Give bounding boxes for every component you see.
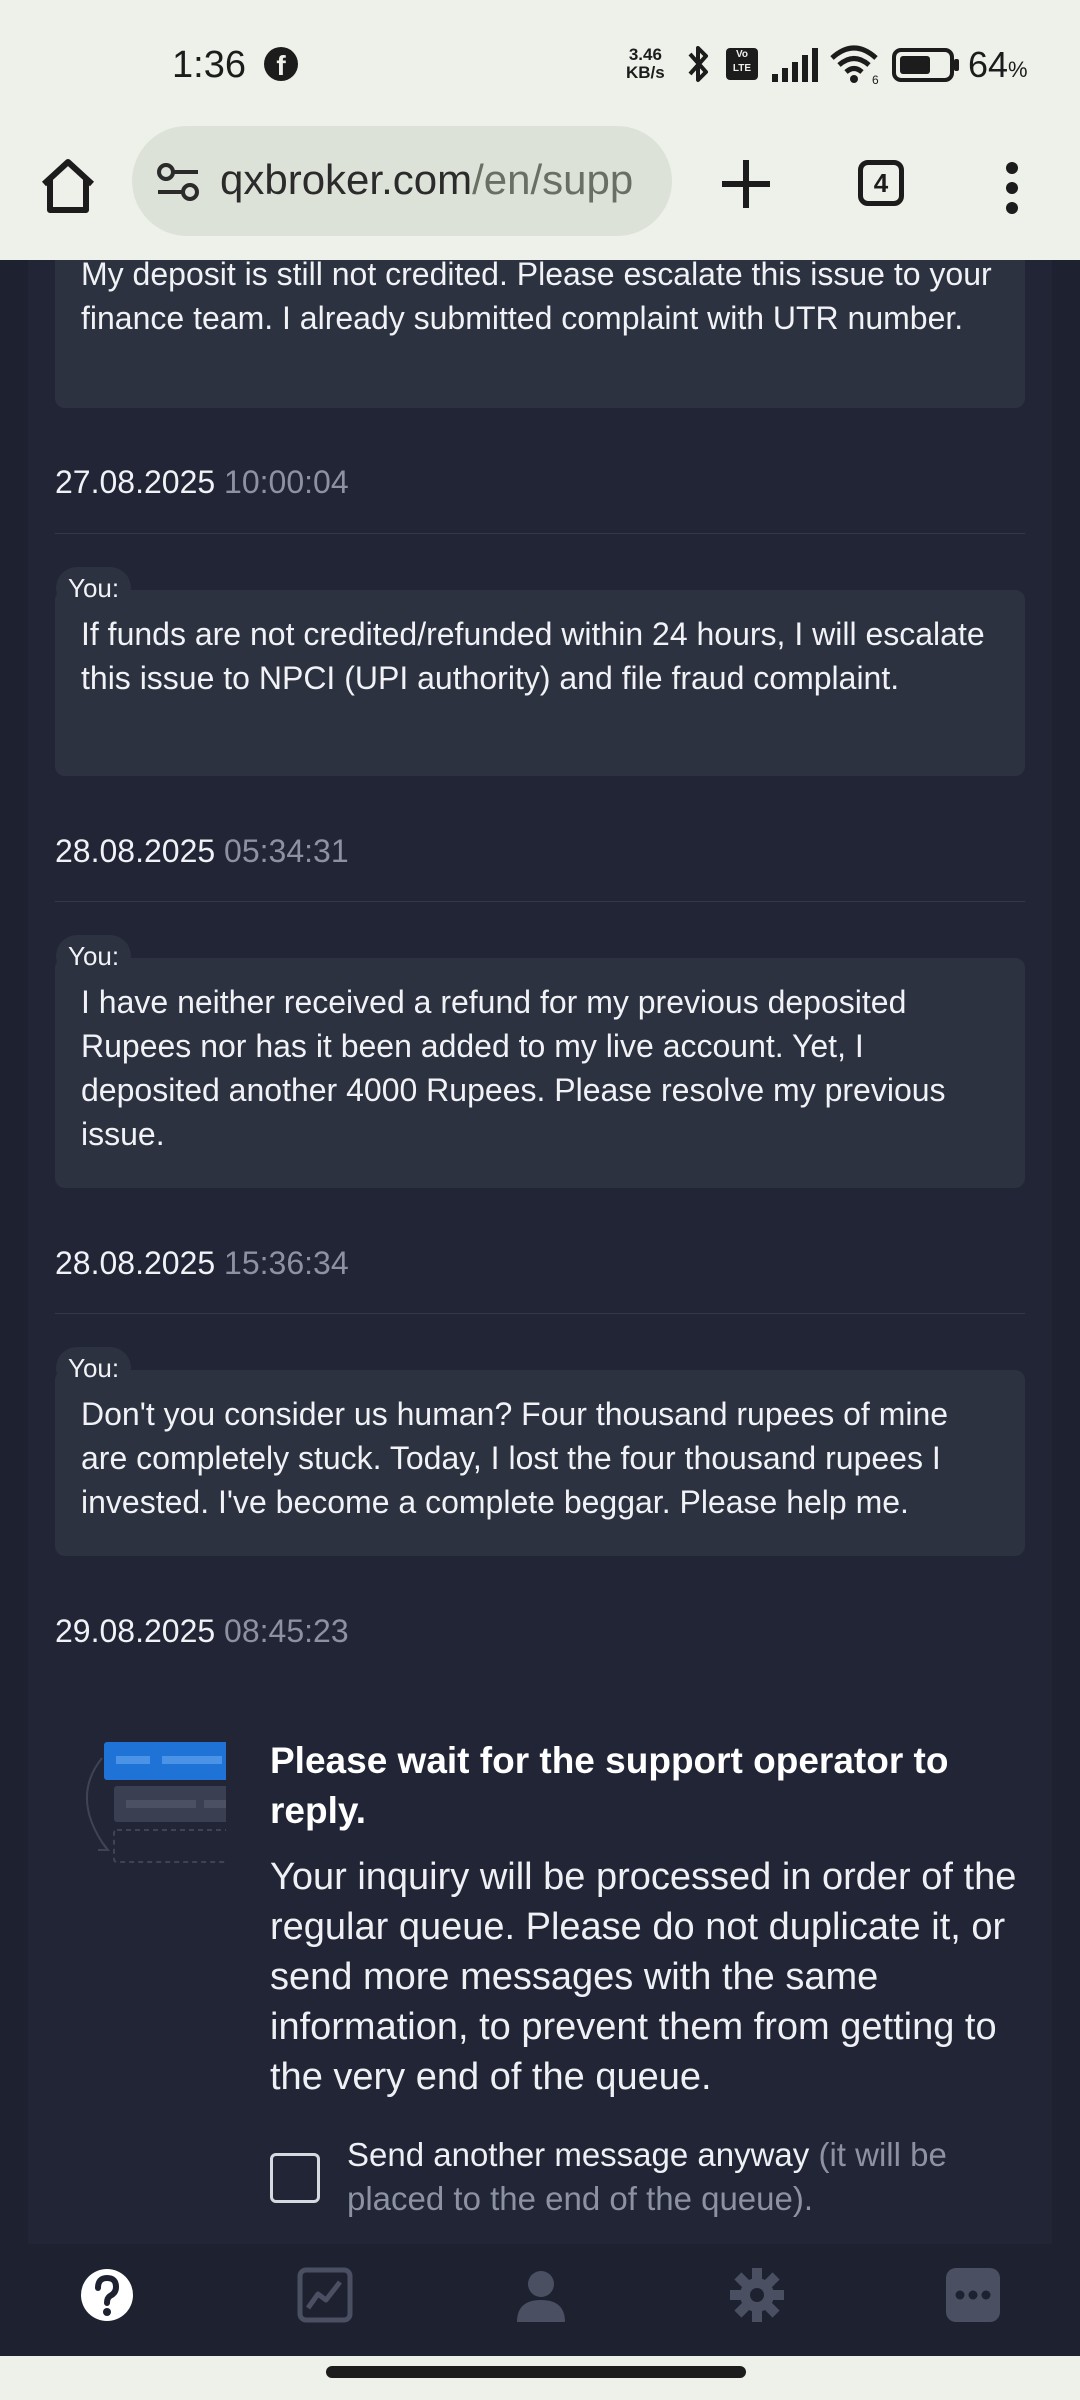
divider (55, 901, 1025, 902)
message-bubble: Don't you consider us human? Four thousa… (55, 1370, 1025, 1556)
message-time: 15:36:34 (224, 1245, 349, 1281)
gesture-bar-area (0, 2356, 1080, 2400)
signal-icon (772, 48, 818, 82)
settings-icon[interactable] (728, 2266, 786, 2324)
message-date: 27.08.2025 (55, 464, 216, 500)
home-icon[interactable] (36, 154, 100, 218)
network-speed-unit: KB/s (626, 63, 665, 82)
more-icon[interactable] (944, 2266, 1002, 2324)
message-date: 28.08.2025 (55, 833, 216, 869)
message-time: 10:00:04 (224, 464, 349, 500)
message-bubble: I have neither received a refund for my … (55, 958, 1025, 1188)
bluetooth-icon (688, 46, 708, 82)
status-time: 1:36 (172, 44, 246, 86)
tab-switcher-button[interactable]: 4 (858, 160, 904, 206)
more-menu-icon[interactable] (1000, 156, 1024, 220)
message-date: 28.08.2025 (55, 1245, 216, 1281)
message-text: If funds are not credited/refunded withi… (81, 616, 985, 696)
message-text: My deposit is still not credited. Please… (81, 260, 992, 336)
message-date: 29.08.2025 (55, 1613, 216, 1649)
support-chat[interactable]: My deposit is still not credited. Please… (28, 260, 1052, 2244)
message-timestamp: 27.08.2025 10:00:04 (55, 464, 349, 501)
browser-toolbar: qxbroker.com/en/supp 4 (0, 126, 1080, 260)
message-time: 08:45:23 (224, 1613, 349, 1649)
address-bar[interactable]: qxbroker.com/en/supp (132, 126, 672, 236)
queue-illustration-icon (85, 1742, 226, 1863)
battery-icon (892, 48, 959, 82)
message-time: 05:34:31 (224, 833, 349, 869)
battery-unit: % (1008, 57, 1028, 82)
divider (55, 533, 1025, 534)
svg-text:6: 6 (872, 73, 879, 86)
sender-label: You: (56, 567, 132, 609)
volte-icon: Vo LTE (726, 48, 758, 80)
wifi-icon: 6 (830, 45, 879, 86)
help-icon[interactable] (78, 2266, 136, 2324)
message-text: I have neither received a refund for my … (81, 984, 946, 1152)
network-speed-value: 3.46 (628, 45, 662, 64)
wait-notice-body: Your inquiry will be processed in order … (270, 1856, 1017, 2098)
new-tab-icon[interactable] (714, 152, 778, 216)
bottom-navigation (0, 2244, 1080, 2356)
message-timestamp: 29.08.2025 08:45:23 (55, 1613, 349, 1650)
network-speed: 3.46 KB/s (626, 46, 665, 82)
message-timestamp: 28.08.2025 15:36:34 (55, 1245, 349, 1282)
site-settings-icon[interactable] (156, 162, 200, 202)
battery-value: 64 (968, 44, 1009, 85)
message-text: Don't you consider us human? Four thousa… (81, 1396, 949, 1520)
url-text[interactable]: qxbroker.com/en/supp (220, 156, 633, 204)
sender-label: You: (56, 1347, 132, 1389)
facebook-notification-icon: f (264, 47, 298, 81)
send-anyway-checkbox[interactable] (270, 2153, 320, 2203)
chart-icon[interactable] (296, 2266, 354, 2324)
user-icon[interactable] (512, 2266, 570, 2324)
divider (55, 1313, 1025, 1314)
message-timestamp: 28.08.2025 05:34:31 (55, 833, 349, 870)
wait-notice-title: Please wait for the support operator to … (270, 1740, 949, 1831)
url-domain: qxbroker.com (220, 156, 473, 203)
url-path: /en/supp (472, 156, 634, 203)
send-anyway-label[interactable]: Send another message anyway (it will be … (347, 2133, 987, 2221)
message-bubble: If funds are not credited/refunded withi… (55, 590, 1025, 776)
home-gesture-handle[interactable] (326, 2366, 746, 2378)
status-bar: 1:36 f 3.46 KB/s Vo LTE 6 64% (0, 0, 1080, 132)
sender-label: You: (56, 935, 132, 977)
send-anyway-text: Send another message anyway (347, 2136, 810, 2173)
message-bubble: My deposit is still not credited. Please… (55, 260, 1025, 408)
volte-text: Vo LTE (732, 49, 752, 74)
battery-percent: 64% (968, 44, 1028, 86)
